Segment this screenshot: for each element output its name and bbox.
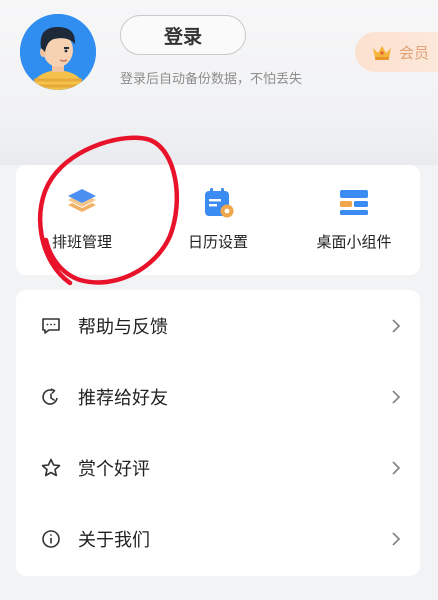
chevron-right-icon [390,459,402,477]
tool-label: 日历设置 [187,233,248,251]
menu-card: 帮助与反馈 推荐给好友 赏个好评 关于我们 [16,290,420,576]
crown-icon [371,43,393,61]
chevron-right-icon [390,388,402,406]
login-hint: 登录后自动备份数据，不怕丢失 [120,72,303,87]
menu-item-rate-us[interactable]: 赏个好评 [16,438,420,498]
vip-label: 会员 [399,43,430,62]
avatar-illustration [20,14,96,90]
feedback-icon [40,315,62,337]
menu-item-about-us[interactable]: 关于我们 [16,509,420,569]
menu-item-recommend[interactable]: 推荐给好友 [16,367,420,427]
login-button[interactable]: 登录 [120,15,246,55]
chevron-right-icon [390,317,402,335]
menu-item-label: 推荐给好友 [78,388,168,409]
tool-label: 桌面小组件 [316,233,392,251]
calendar-settings-icon [201,185,235,219]
vip-button[interactable]: 会员 [355,32,438,72]
avatar[interactable] [20,14,96,90]
share-icon [40,386,62,408]
chevron-right-icon [390,530,402,548]
widget-icon [337,185,371,219]
menu-item-label: 帮助与反馈 [78,317,168,338]
menu-item-label: 赏个好评 [78,459,150,480]
layers-icon [65,185,99,219]
tool-label: 排班管理 [51,233,112,251]
menu-item-help-feedback[interactable]: 帮助与反馈 [16,296,420,356]
tool-shift-management[interactable]: 排班管理 [22,185,142,252]
tools-card: 排班管理 日历设置 桌面小组件 [16,165,420,275]
info-icon [40,528,62,550]
tool-calendar-settings[interactable]: 日历设置 [158,185,278,252]
menu-item-label: 关于我们 [78,530,150,551]
star-icon [40,457,62,479]
tool-desktop-widget[interactable]: 桌面小组件 [294,185,414,252]
